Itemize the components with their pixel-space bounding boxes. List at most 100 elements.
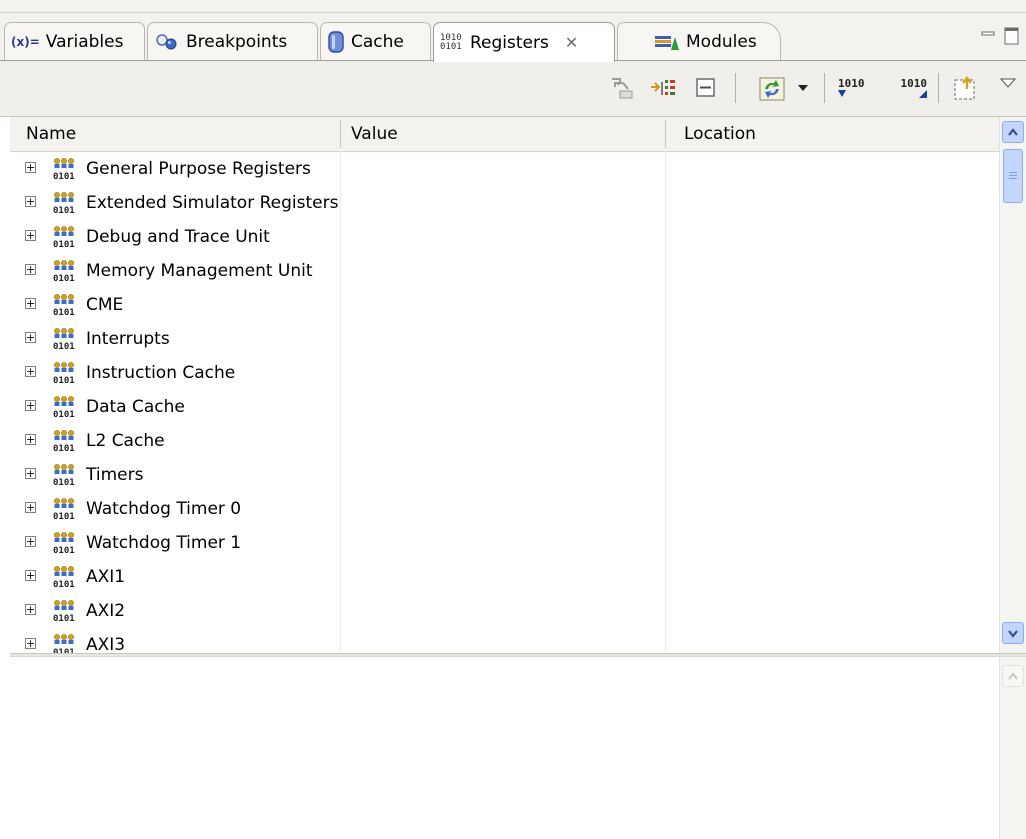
registers-tree-table: Name Value Location +0101 General Purpose… bbox=[10, 117, 999, 653]
registers-icon: 1010 0101 bbox=[440, 32, 464, 52]
register-group-icon: 0101 bbox=[52, 497, 80, 526]
registers-icon-text: 1010 0101 bbox=[440, 32, 462, 52]
table-row[interactable]: +0101 Watchdog Timer 1 bbox=[10, 526, 999, 560]
cache-icon bbox=[327, 30, 345, 54]
register-group-label: Data Cache bbox=[86, 397, 185, 417]
tab-breakpoints-label: Breakpoints bbox=[186, 31, 288, 52]
register-group-icon: 0101 bbox=[52, 395, 80, 424]
table-row[interactable]: +0101 AXI2 bbox=[10, 594, 999, 628]
scroll-down-button[interactable] bbox=[1002, 622, 1024, 644]
register-group-icon: 0101 bbox=[52, 361, 80, 390]
table-row[interactable]: +0101 Extended Simulator Registers bbox=[10, 186, 999, 220]
breakpoints-icon bbox=[154, 32, 180, 52]
table-row[interactable]: +0101 AXI3 bbox=[10, 628, 999, 653]
variables-icon: (x)= bbox=[11, 34, 40, 49]
tab-strip-top-line bbox=[0, 12, 1026, 13]
detail-scroll-up-button[interactable] bbox=[1002, 665, 1024, 687]
column-header-location[interactable]: Location bbox=[674, 117, 994, 151]
svg-text:0101: 0101 bbox=[53, 512, 75, 521]
register-group-icon: 0101 bbox=[52, 225, 80, 254]
expand-toggle-icon[interactable]: + bbox=[25, 366, 36, 377]
column-divider[interactable] bbox=[665, 120, 666, 148]
toolbar-separator bbox=[938, 73, 939, 103]
table-row[interactable]: +0101 L2 Cache bbox=[10, 424, 999, 458]
collapse-all-icon[interactable] bbox=[692, 74, 720, 102]
register-group-icon: 0101 bbox=[52, 327, 80, 356]
type-register-icon[interactable] bbox=[607, 74, 637, 102]
registers-view: (x)= Variables Breakpoints Cache 1010 01… bbox=[0, 0, 1026, 839]
refresh-icon[interactable] bbox=[755, 74, 791, 102]
svg-text:0101: 0101 bbox=[53, 240, 75, 249]
number-format-icon[interactable]: 1010 bbox=[838, 74, 880, 102]
table-row[interactable]: +0101 Instruction Cache bbox=[10, 356, 999, 390]
add-register-group-icon[interactable] bbox=[648, 74, 678, 102]
register-group-icon: 0101 bbox=[52, 429, 80, 458]
tab-variables[interactable]: (x)= Variables bbox=[4, 22, 145, 60]
detail-pane[interactable] bbox=[10, 657, 999, 839]
expand-toggle-icon[interactable]: + bbox=[25, 400, 36, 411]
scroll-up-button[interactable] bbox=[1002, 121, 1024, 143]
scrollbar-grip bbox=[1009, 178, 1017, 179]
column-header-value[interactable]: Value bbox=[341, 117, 664, 151]
table-row[interactable]: +0101 General Purpose Registers bbox=[10, 152, 999, 186]
dropdown-arrow-icon[interactable] bbox=[793, 74, 813, 102]
tab-breakpoints[interactable]: Breakpoints bbox=[147, 22, 318, 60]
expand-toggle-icon[interactable]: + bbox=[25, 162, 36, 173]
register-group-label: Debug and Trace Unit bbox=[86, 227, 270, 247]
svg-text:0101: 0101 bbox=[53, 580, 75, 589]
table-row[interactable]: +0101 Timers bbox=[10, 458, 999, 492]
table-row[interactable]: +0101 CME bbox=[10, 288, 999, 322]
register-group-icon: 0101 bbox=[52, 191, 80, 220]
svg-text:0101: 0101 bbox=[53, 308, 75, 317]
maximize-icon[interactable] bbox=[1003, 26, 1021, 51]
number-format-2-icon[interactable]: 1010 bbox=[885, 74, 927, 102]
register-group-label: General Purpose Registers bbox=[86, 159, 311, 179]
svg-text:0101: 0101 bbox=[53, 546, 75, 555]
tab-modules-label: Modules bbox=[686, 31, 757, 52]
register-group-label: Watchdog Timer 1 bbox=[86, 533, 242, 553]
expand-toggle-icon[interactable]: + bbox=[25, 536, 36, 547]
register-group-label: Watchdog Timer 0 bbox=[86, 499, 242, 519]
detail-vertical-scrollbar[interactable] bbox=[999, 657, 1026, 839]
expand-toggle-icon[interactable]: + bbox=[25, 230, 36, 241]
vertical-scrollbar[interactable] bbox=[999, 117, 1026, 653]
register-group-icon: 0101 bbox=[52, 157, 80, 186]
tab-registers[interactable]: 1010 0101 Registers ✕ bbox=[433, 22, 615, 62]
table-row[interactable]: +0101 Debug and Trace Unit bbox=[10, 220, 999, 254]
view-tab-strip: (x)= Variables Breakpoints Cache 1010 01… bbox=[0, 0, 1026, 62]
svg-text:0101: 0101 bbox=[53, 342, 75, 351]
export-icon[interactable] bbox=[950, 74, 982, 102]
register-group-icon: 0101 bbox=[52, 463, 80, 492]
tab-modules[interactable]: Modules bbox=[617, 22, 781, 60]
expand-toggle-icon[interactable]: + bbox=[25, 502, 36, 513]
table-row[interactable]: +0101 Interrupts bbox=[10, 322, 999, 356]
minimize-icon[interactable] bbox=[980, 26, 996, 47]
expand-toggle-icon[interactable]: + bbox=[25, 196, 36, 207]
expand-toggle-icon[interactable]: + bbox=[25, 298, 36, 309]
register-group-label: Extended Simulator Registers bbox=[86, 193, 339, 213]
table-row[interactable]: +0101 Watchdog Timer 0 bbox=[10, 492, 999, 526]
table-row[interactable]: +0101 Memory Management Unit bbox=[10, 254, 999, 288]
register-group-label: CME bbox=[86, 295, 124, 315]
register-group-label: Memory Management Unit bbox=[86, 261, 313, 281]
expand-toggle-icon[interactable]: + bbox=[25, 332, 36, 343]
tab-registers-close-icon[interactable]: ✕ bbox=[565, 33, 578, 52]
svg-text:0101: 0101 bbox=[53, 478, 75, 487]
expand-toggle-icon[interactable]: + bbox=[25, 264, 36, 275]
table-row[interactable]: +0101 Data Cache bbox=[10, 390, 999, 424]
scrollbar-grip bbox=[1009, 172, 1017, 173]
expand-toggle-icon[interactable]: + bbox=[25, 468, 36, 479]
svg-text:0101: 0101 bbox=[53, 614, 75, 623]
register-group-label: AXI3 bbox=[86, 635, 126, 653]
scrollbar-thumb[interactable] bbox=[1003, 149, 1023, 203]
expand-toggle-icon[interactable]: + bbox=[25, 604, 36, 615]
view-menu-icon[interactable] bbox=[996, 69, 1020, 97]
scrollbar-grip bbox=[1009, 175, 1017, 176]
expand-toggle-icon[interactable]: + bbox=[25, 638, 36, 649]
tab-registers-label: Registers bbox=[470, 32, 549, 53]
tab-cache[interactable]: Cache bbox=[320, 22, 431, 60]
expand-toggle-icon[interactable]: + bbox=[25, 570, 36, 581]
expand-toggle-icon[interactable]: + bbox=[25, 434, 36, 445]
table-row[interactable]: +0101 AXI1 bbox=[10, 560, 999, 594]
column-header-name[interactable]: Name bbox=[16, 117, 336, 151]
